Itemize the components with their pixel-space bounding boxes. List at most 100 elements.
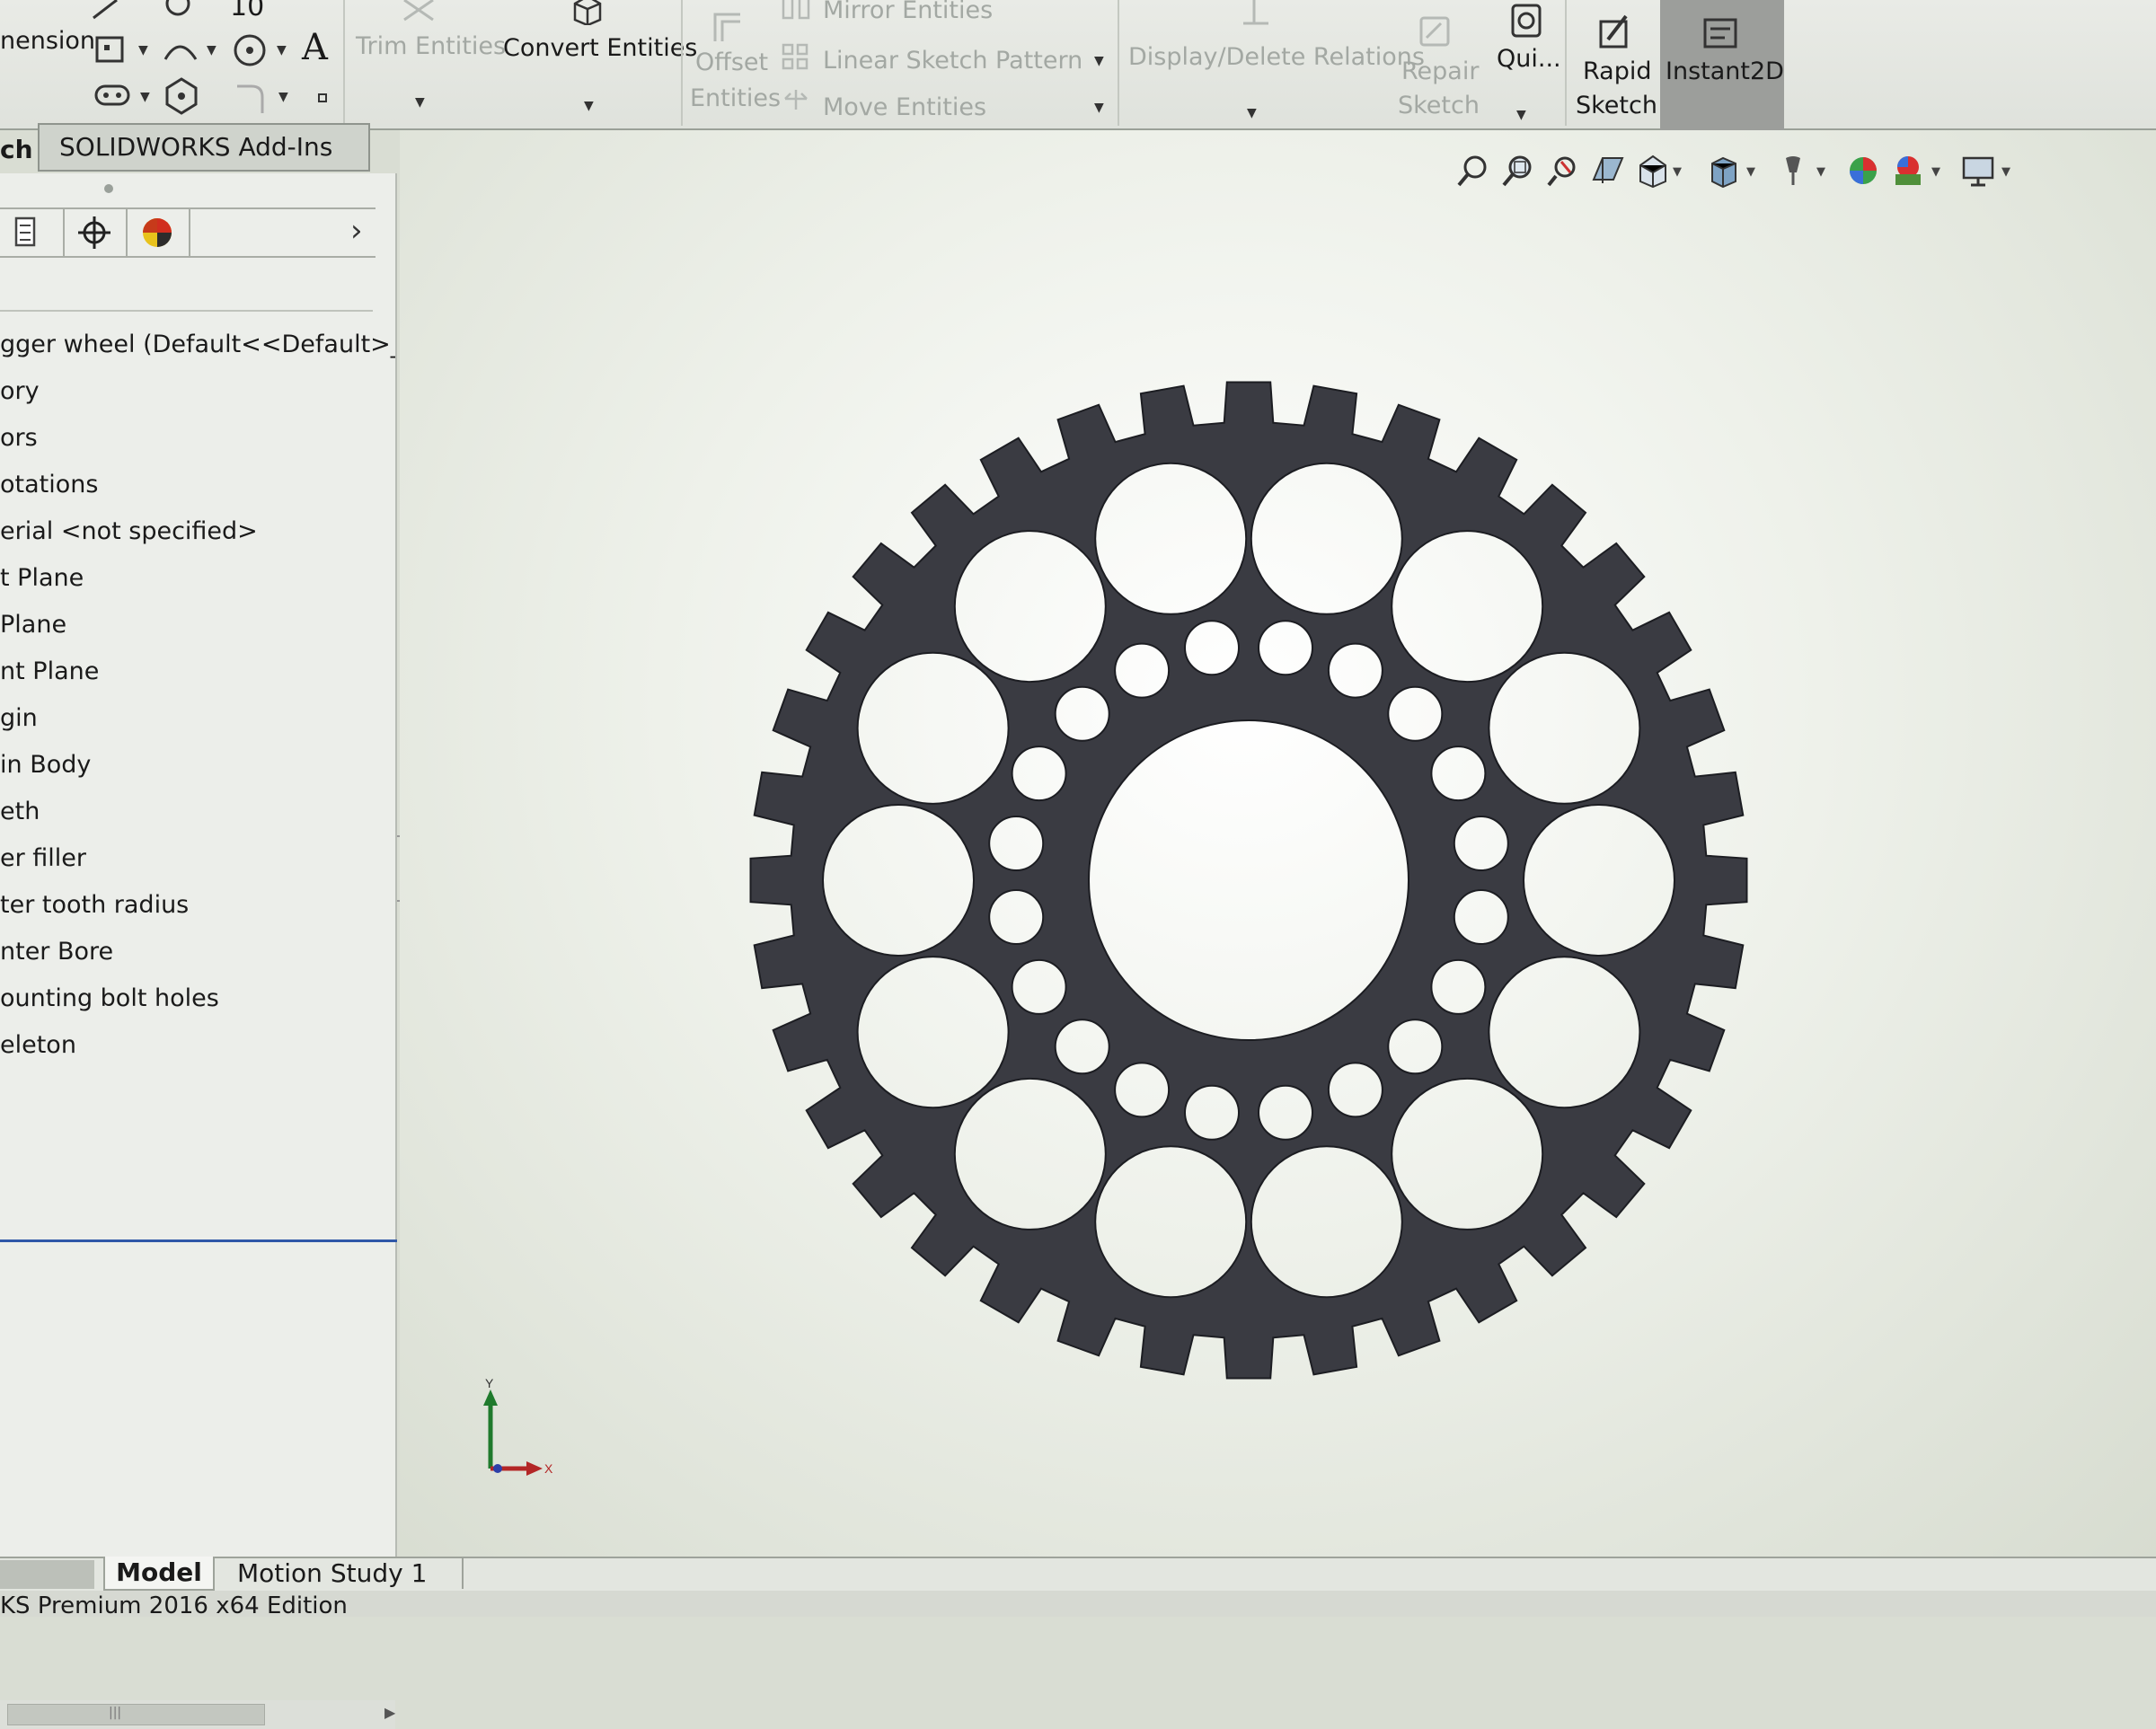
instant2d-icon	[1703, 18, 1737, 49]
feature-tree-filter[interactable]	[0, 256, 373, 312]
trim-entities-icon[interactable]	[399, 0, 438, 23]
zoom-to-fit-icon[interactable]	[1455, 153, 1491, 189]
smart-dimension-label[interactable]: nension	[0, 27, 95, 55]
section-view-icon[interactable]	[1590, 153, 1626, 189]
crosshair-icon	[78, 216, 110, 249]
hide-show-dropdown-icon[interactable]: ▼	[1816, 165, 1825, 179]
rectangle-dropdown-icon[interactable]: ▼	[138, 43, 148, 57]
trim-entities-button[interactable]: Trim Entities	[356, 32, 506, 60]
scrollbar-thumb[interactable]: |||	[7, 1704, 265, 1725]
mirror-entities-button[interactable]: Mirror Entities	[823, 0, 993, 24]
point-tool-icon[interactable]	[314, 90, 332, 108]
sketch-number-icon[interactable]: 10	[230, 0, 264, 22]
polygon-circle-tool-icon[interactable]	[232, 31, 271, 70]
tree-item-right-plane[interactable]: nt Plane	[0, 648, 395, 695]
view-orientation-dropdown-icon[interactable]: ▼	[1673, 165, 1682, 179]
scene-dropdown-icon[interactable]: ▼	[1931, 165, 1940, 179]
quick-snaps-icon[interactable]	[1507, 2, 1547, 41]
instant2d-button[interactable]: Instant2D	[1660, 0, 1784, 135]
repair-sketch-label-1[interactable]: Repair	[1401, 57, 1479, 85]
display-style-dropdown-icon[interactable]: ▼	[1746, 165, 1755, 179]
pattern-dropdown-icon[interactable]: ▼	[1094, 54, 1104, 68]
slot-dropdown-icon[interactable]: ▼	[140, 90, 150, 104]
tree-item-filler[interactable]: er filler	[0, 835, 395, 882]
quick-snaps-dropdown-icon[interactable]: ▼	[1516, 108, 1526, 122]
repair-sketch-icon[interactable]	[1416, 13, 1455, 52]
tab-motion-study-1[interactable]: Motion Study 1	[223, 1557, 464, 1589]
display-delete-relations-button[interactable]: Display/Delete Relations	[1128, 43, 1425, 71]
linear-sketch-pattern-icon[interactable]	[780, 40, 812, 75]
move-entities-button[interactable]: Move Entities	[823, 93, 986, 121]
tab-sketch[interactable]: ch	[0, 135, 33, 164]
tree-item-tooth-radius[interactable]: ter tooth radius	[0, 882, 395, 929]
move-entities-icon[interactable]	[780, 86, 812, 113]
offset-entities-icon[interactable]	[710, 9, 746, 45]
tree-item-mounting-bolt-holes[interactable]: ounting bolt holes	[0, 975, 395, 1022]
apply-scene-icon[interactable]	[1890, 153, 1926, 189]
line-tool-icon[interactable]	[90, 0, 126, 22]
tree-item-center-bore[interactable]: nter Bore	[0, 929, 395, 975]
rectangle-tool-icon[interactable]	[93, 32, 129, 68]
trigger-wheel-body[interactable]	[749, 381, 1748, 1380]
polygon-dropdown-icon[interactable]: ▼	[277, 43, 287, 57]
tab-property-manager[interactable]	[63, 209, 128, 256]
offset-entities-label-2[interactable]: Entities	[690, 84, 781, 112]
linear-sketch-pattern-button[interactable]: Linear Sketch Pattern	[823, 47, 1082, 75]
rapid-sketch-label-1[interactable]: Rapid	[1583, 57, 1652, 85]
relations-dropdown-icon[interactable]: ▼	[1247, 106, 1257, 120]
hide-show-items-icon[interactable]	[1775, 153, 1811, 189]
tab-feature-manager[interactable]	[0, 209, 65, 256]
dynamic-annotation-icon[interactable]	[1635, 153, 1671, 189]
slot-tool-icon[interactable]	[93, 79, 133, 111]
tree-item-part[interactable]: gger wheel (Default<<Default>_[	[0, 322, 395, 368]
chevron-right-icon[interactable]: ›	[350, 213, 363, 249]
trim-dropdown-icon[interactable]: ▼	[415, 95, 425, 110]
arc-tool-icon[interactable]	[162, 32, 201, 68]
polygon-tool-icon[interactable]	[162, 75, 201, 115]
trigger-wheel-part[interactable]	[737, 341, 1761, 1419]
move-dropdown-icon[interactable]: ▼	[1094, 101, 1104, 115]
offset-entities-label-1[interactable]: Offset	[695, 49, 768, 76]
tree-item-history[interactable]: ory	[0, 368, 395, 415]
zoom-to-area-icon[interactable]	[1500, 153, 1536, 189]
edit-appearance-icon[interactable]	[1845, 153, 1881, 189]
convert-dropdown-icon[interactable]: ▼	[584, 99, 594, 113]
triad-y-label: Y	[485, 1379, 494, 1390]
repair-sketch-label-2[interactable]: Sketch	[1398, 92, 1480, 119]
view-settings-dropdown-icon[interactable]: ▼	[2001, 165, 2010, 179]
fillet-tool-icon[interactable]	[232, 77, 271, 117]
triad-x-arrow-icon	[526, 1461, 543, 1476]
tab-model[interactable]: Model	[103, 1557, 215, 1591]
tree-item-main-body[interactable]: in Body	[0, 742, 395, 789]
tree-item-origin[interactable]: gin	[0, 695, 395, 742]
mirror-entities-icon[interactable]	[780, 0, 812, 22]
tab-solidworks-add-ins[interactable]: SOLIDWORKS Add-Ins	[38, 123, 370, 172]
view-settings-icon[interactable]	[1960, 153, 1996, 189]
tree-item-material[interactable]: erial <not specified>	[0, 508, 395, 555]
previous-view-icon[interactable]	[1545, 153, 1581, 189]
tree-item-skeleton[interactable]: eleton	[0, 1022, 395, 1069]
tab-display-manager[interactable]	[126, 209, 190, 256]
scroll-right-arrow-icon[interactable]: ▶	[384, 1704, 395, 1721]
triad-y-arrow-icon	[483, 1389, 498, 1406]
rapid-sketch-icon[interactable]	[1595, 13, 1635, 52]
rapid-sketch-label-2[interactable]: Sketch	[1576, 92, 1657, 119]
tree-rollback-bar[interactable]	[0, 1239, 397, 1242]
tree-item-front-plane[interactable]: t Plane	[0, 555, 395, 602]
convert-entities-icon[interactable]	[570, 0, 605, 25]
tree-item-top-plane[interactable]: Plane	[0, 602, 395, 648]
view-orientation-icon[interactable]	[1705, 153, 1741, 189]
text-tool-icon[interactable]: A	[302, 27, 328, 68]
arc-dropdown-icon[interactable]: ▼	[207, 43, 216, 57]
quick-snaps-button[interactable]: Qui...	[1497, 45, 1561, 73]
convert-entities-button[interactable]: Convert Entities	[503, 34, 697, 62]
display-delete-relations-icon[interactable]	[1236, 0, 1276, 32]
circle-tool-icon[interactable]	[162, 0, 198, 16]
panel-collapse-grip[interactable]	[104, 184, 113, 193]
tree-item-sensors[interactable]: ors	[0, 415, 395, 462]
tree-item-teeth[interactable]: eth	[0, 789, 395, 835]
fillet-dropdown-icon[interactable]: ▼	[278, 90, 288, 104]
panel-horizontal-scrollbar[interactable]: ||| ▶	[0, 1700, 395, 1729]
tree-item-annotations[interactable]: otations	[0, 462, 395, 508]
tab-scroll-arrows[interactable]	[0, 1560, 94, 1589]
